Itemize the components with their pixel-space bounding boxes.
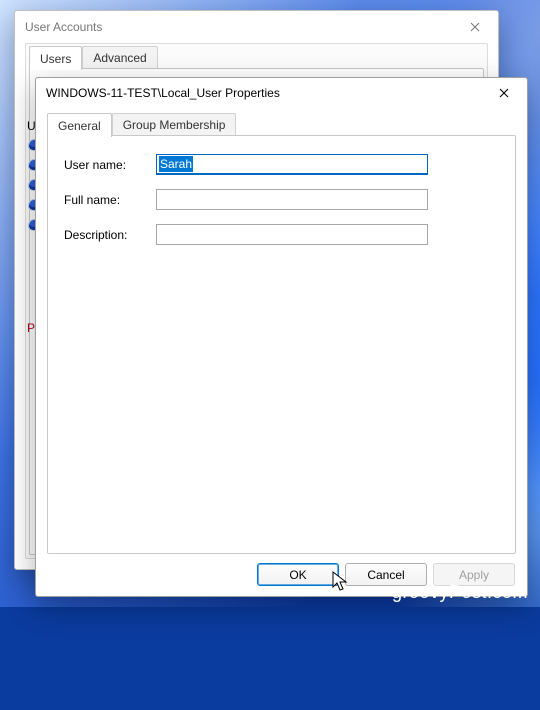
user-properties-titlebar[interactable]: WINDOWS-11-TEST\Local_User Properties [36, 78, 527, 108]
description-label: Description: [64, 228, 156, 242]
tab-advanced[interactable]: Advanced [82, 46, 157, 69]
user-properties-tabstrip: General Group Membership [45, 112, 518, 136]
description-field[interactable] [156, 224, 428, 245]
watermark: groovyPost.com [392, 582, 528, 603]
general-tab-panel: User name: Sarah Full name: Description: [47, 135, 516, 554]
user-accounts-title: User Accounts [25, 20, 102, 34]
user-properties-body: General Group Membership User name: Sara… [45, 111, 518, 554]
close-icon[interactable] [487, 81, 521, 105]
tab-general[interactable]: General [47, 113, 112, 137]
general-form: User name: Sarah Full name: Description: [48, 136, 515, 277]
close-icon[interactable] [458, 15, 492, 39]
password-label-peek: P [27, 321, 35, 333]
tab-users[interactable]: Users [29, 46, 82, 70]
fullname-label: Full name: [64, 193, 156, 207]
tab-group-membership[interactable]: Group Membership [112, 113, 237, 136]
user-properties-dialog: WINDOWS-11-TEST\Local_User Properties Ge… [35, 77, 528, 597]
description-row: Description: [64, 224, 499, 245]
username-label: User name: [64, 158, 156, 172]
username-row: User name: Sarah [64, 154, 499, 175]
fullname-field[interactable] [156, 189, 428, 210]
user-accounts-tabstrip: Users Advanced [26, 45, 487, 69]
user-properties-title: WINDOWS-11-TEST\Local_User Properties [46, 86, 280, 100]
user-accounts-titlebar[interactable]: User Accounts [15, 11, 498, 43]
ok-button[interactable]: OK [257, 563, 339, 586]
username-field[interactable]: Sarah [156, 154, 428, 175]
fullname-row: Full name: [64, 189, 499, 210]
username-value: Sarah [159, 156, 193, 172]
